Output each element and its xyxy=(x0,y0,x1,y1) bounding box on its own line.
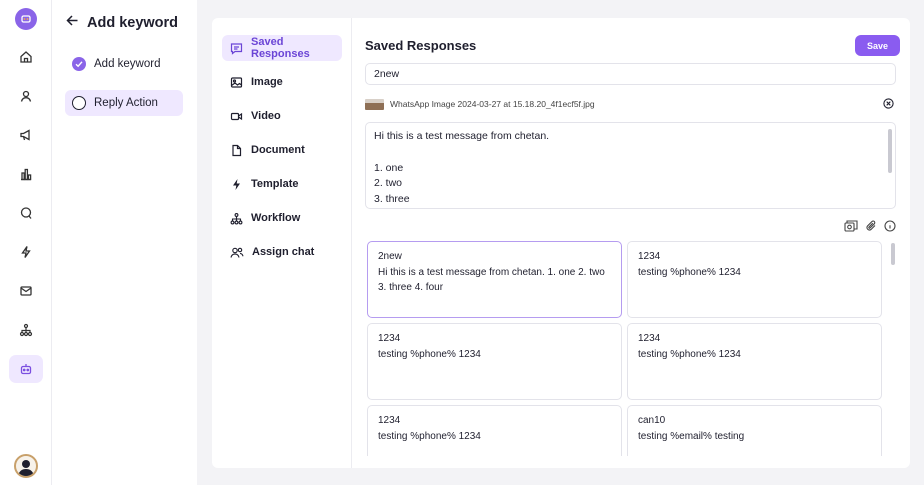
response-card[interactable]: can10 testing %email% testing xyxy=(627,405,882,456)
response-title: 1234 xyxy=(638,333,661,344)
response-card[interactable]: 1234 testing %phone% 1234 xyxy=(627,241,882,318)
response-card[interactable]: 1234 testing %phone% 1234 xyxy=(367,405,622,456)
image-icon xyxy=(230,76,243,88)
response-title: 1234 xyxy=(638,251,661,262)
response-card[interactable]: 1234 testing %phone% 1234 xyxy=(627,323,882,400)
type-template[interactable]: Template xyxy=(222,171,342,197)
type-assign-chat[interactable]: Assign chat xyxy=(222,239,342,265)
response-title: 1234 xyxy=(378,333,401,344)
back-arrow-icon[interactable] xyxy=(66,14,79,32)
message-line: 2. two xyxy=(374,177,403,190)
step-add-keyword[interactable]: Add keyword xyxy=(65,51,183,77)
icon-rail xyxy=(0,0,52,485)
response-body: Hi this is a test message from chetan. 1… xyxy=(378,266,605,294)
save-button[interactable]: Save xyxy=(855,35,900,56)
template-icon xyxy=(233,178,240,190)
media-icon[interactable] xyxy=(844,219,858,237)
response-card[interactable]: 2new Hi this is a test message from chet… xyxy=(367,241,622,318)
paperclip-icon[interactable] xyxy=(865,219,877,237)
chat-icon[interactable] xyxy=(9,199,43,227)
response-body: testing %phone% 1234 xyxy=(638,348,741,360)
page-title: Add keyword xyxy=(87,15,179,31)
saved-responses-grid: 2new Hi this is a test message from chet… xyxy=(367,241,895,456)
document-icon xyxy=(232,144,242,156)
type-document[interactable]: Document xyxy=(222,137,342,163)
saved-responses-panel: Saved Responses Save 2new WhatsApp Image… xyxy=(365,18,900,468)
mail-icon[interactable] xyxy=(9,277,43,305)
textarea-scrollbar[interactable] xyxy=(888,129,892,173)
info-icon[interactable] xyxy=(884,219,896,237)
attachment-row: WhatsApp Image 2024-03-27 at 15.18.20_4f… xyxy=(365,97,896,111)
type-video[interactable]: Video xyxy=(222,103,342,129)
remove-attachment-icon[interactable] xyxy=(883,98,894,111)
message-toolbar xyxy=(844,219,896,237)
message-line: 3. three xyxy=(374,193,410,206)
megaphone-icon[interactable] xyxy=(9,121,43,149)
response-card[interactable]: 1234 testing %phone% 1234 xyxy=(367,323,622,400)
message-line: Hi this is a test message from chetan. xyxy=(374,130,550,142)
video-icon xyxy=(230,112,243,120)
type-workflow[interactable]: Workflow xyxy=(222,205,342,231)
hierarchy-icon[interactable] xyxy=(9,316,43,344)
step-label: Add keyword xyxy=(94,58,161,70)
back-header: Add keyword xyxy=(66,14,178,32)
app-logo-icon[interactable] xyxy=(15,8,37,30)
saved-responses-icon xyxy=(230,42,243,55)
steps-panel: Add keyword Add keyword Reply Action xyxy=(52,0,197,485)
response-body: testing %phone% 1234 xyxy=(378,430,481,442)
message-textarea[interactable]: Hi this is a test message from chetan. 1… xyxy=(365,122,896,209)
attachment-thumbnail xyxy=(365,98,384,110)
response-title: 2new xyxy=(378,251,402,262)
attachment-name: WhatsApp Image 2024-03-27 at 15.18.20_4f… xyxy=(390,99,595,109)
type-saved-responses[interactable]: Saved Responses xyxy=(222,35,342,61)
empty-circle-icon xyxy=(72,96,86,110)
response-body: testing %email% testing xyxy=(638,430,745,442)
type-image[interactable]: Image xyxy=(222,69,342,95)
user-icon[interactable] xyxy=(9,82,43,110)
grid-scrollbar[interactable] xyxy=(891,243,895,265)
response-title: 1234 xyxy=(378,415,401,426)
message-line xyxy=(374,145,887,161)
bar-chart-icon[interactable] xyxy=(9,160,43,188)
step-reply-action[interactable]: Reply Action xyxy=(65,90,183,116)
response-body: testing %phone% 1234 xyxy=(638,266,741,278)
response-name-input[interactable]: 2new xyxy=(365,63,896,85)
assign-chat-icon xyxy=(230,247,244,258)
workflow-icon xyxy=(230,212,243,224)
response-body: testing %phone% 1234 xyxy=(378,348,481,360)
check-circle-icon xyxy=(72,57,86,71)
avatar[interactable] xyxy=(14,454,38,478)
bot-icon[interactable] xyxy=(9,355,43,383)
panel-title: Saved Responses xyxy=(365,38,477,53)
step-label: Reply Action xyxy=(94,97,158,109)
home-icon[interactable] xyxy=(9,43,43,71)
message-line: 1. one xyxy=(374,161,404,174)
reply-type-list: Saved Responses Image Video Document Tem… xyxy=(212,18,352,468)
response-title: can10 xyxy=(638,415,666,426)
lightning-icon[interactable] xyxy=(9,238,43,266)
main-card: Saved Responses Image Video Document Tem… xyxy=(212,18,910,468)
